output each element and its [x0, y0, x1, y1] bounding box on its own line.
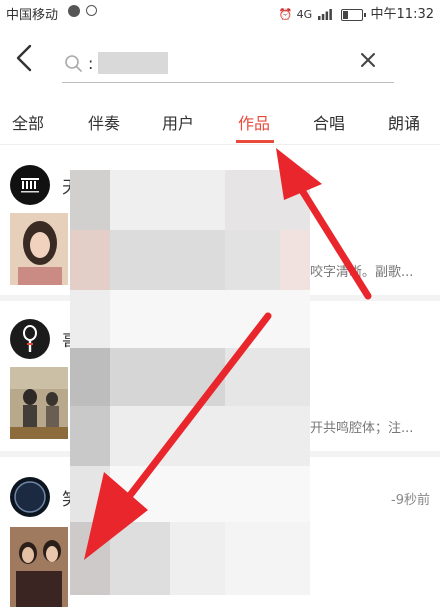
clear-icon[interactable] [358, 50, 378, 70]
mosaic-cell [70, 170, 110, 230]
tab-chorus[interactable]: 合唱 [313, 110, 345, 134]
user-avatar[interactable] [10, 477, 50, 517]
work-thumbnail[interactable] [10, 367, 68, 439]
mosaic-cell [110, 348, 225, 406]
group-photo [10, 527, 68, 607]
planet-icon [14, 481, 46, 513]
mosaic-cell [280, 230, 310, 290]
tab-works[interactable]: 作品 [238, 110, 270, 134]
microphone-icon [23, 325, 37, 352]
mosaic-cell [225, 348, 310, 406]
search-tabs: 全部 伴奏 用户 作品 合唱 朗诵 [0, 92, 440, 145]
notification-icon [68, 4, 80, 17]
tab-users[interactable]: 用户 [162, 110, 194, 134]
clock: 中午11:32 [370, 7, 434, 22]
mosaic-cell [70, 290, 110, 348]
alarm-icon: ⏰ [278, 8, 293, 21]
back-arrow-icon[interactable] [10, 42, 40, 74]
portrait-image [10, 213, 68, 285]
active-tab-indicator [236, 140, 274, 143]
mosaic-cell [70, 230, 110, 290]
search-icon [65, 55, 82, 72]
mosaic-cell [110, 170, 225, 230]
network-type: 4G [296, 8, 313, 21]
carrier-label: 中国移动 [6, 8, 59, 23]
mosaic-cell [225, 170, 310, 230]
search-header [0, 24, 440, 92]
work-description: 咬字清晰。副歌... [310, 265, 414, 280]
status-right: ⏰ 4G 中午11:32 [279, 3, 434, 22]
mosaic-cell [70, 348, 110, 406]
work-description: 开共鸣腔体；注... [310, 421, 414, 436]
tab-accompaniment[interactable]: 伴奏 [88, 110, 120, 134]
status-bar: 中国移动 ⏰ 4G 中午11:32 [0, 0, 440, 24]
search-query-blur [98, 52, 168, 74]
post-time: -9秒前 [391, 493, 430, 508]
mosaic-cell [110, 290, 310, 348]
work-thumbnail[interactable] [10, 213, 68, 285]
notification-icon-2 [86, 5, 98, 16]
mosaic-cell [110, 406, 310, 466]
mosaic-cell [110, 522, 170, 595]
mosaic-cell [225, 522, 310, 595]
notification-icons [66, 3, 98, 18]
mosaic-cell [70, 522, 110, 595]
tab-recitation[interactable]: 朗诵 [388, 110, 420, 134]
mosaic-cell [225, 230, 280, 290]
user-avatar[interactable] [10, 165, 50, 205]
outdoor-photo [10, 367, 68, 439]
mosaic-cell [70, 466, 110, 522]
mosaic-cell [70, 406, 110, 466]
logo-icon [21, 178, 39, 193]
mosaic-cell [170, 522, 225, 595]
work-thumbnail[interactable] [10, 527, 68, 607]
user-avatar[interactable] [10, 319, 50, 359]
privacy-mosaic [70, 170, 310, 595]
tab-all[interactable]: 全部 [12, 110, 44, 134]
mosaic-cell [110, 230, 225, 290]
signal-icon [318, 9, 333, 20]
search-box[interactable] [62, 46, 394, 83]
battery-icon [341, 8, 367, 21]
mosaic-cell [110, 466, 310, 522]
